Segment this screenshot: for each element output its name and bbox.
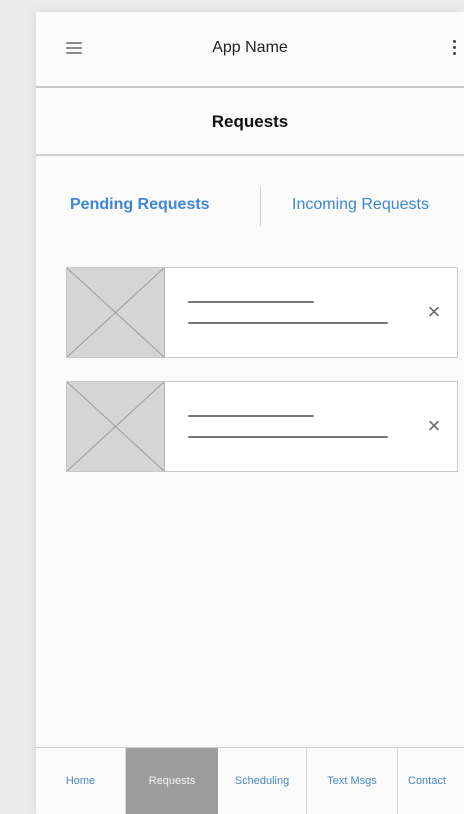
close-icon[interactable]: × <box>423 415 445 437</box>
text-placeholder-line <box>188 415 314 417</box>
nav-item-home[interactable]: Home <box>36 748 126 814</box>
text-placeholder-line <box>188 301 314 303</box>
nav-item-requests[interactable]: Requests <box>126 748 218 814</box>
image-placeholder-icon <box>67 382 165 471</box>
nav-item-contact[interactable]: Contact <box>398 748 464 814</box>
tab-divider <box>260 186 261 226</box>
bottom-nav: Home Requests Scheduling Text Msgs Conta… <box>36 747 464 814</box>
request-card[interactable]: × <box>66 267 458 358</box>
text-placeholder-line <box>188 436 388 438</box>
more-vertical-icon[interactable] <box>452 40 458 58</box>
app-title: App Name <box>212 39 288 56</box>
app-bar: App Name <box>36 12 464 88</box>
phone-screen: App Name Requests Pending Requests Incom… <box>36 12 464 814</box>
image-placeholder-icon <box>67 268 165 357</box>
close-icon[interactable]: × <box>423 301 445 323</box>
request-card[interactable]: × <box>66 381 458 472</box>
nav-item-scheduling[interactable]: Scheduling <box>218 748 307 814</box>
nav-item-text-msgs[interactable]: Text Msgs <box>307 748 398 814</box>
tab-pending-requests[interactable]: Pending Requests <box>70 196 210 214</box>
text-placeholder-line <box>188 322 388 324</box>
tab-incoming-requests[interactable]: Incoming Requests <box>292 196 429 214</box>
request-tabs: Pending Requests Incoming Requests <box>36 182 464 232</box>
page-header: Requests <box>36 88 464 156</box>
page-title: Requests <box>211 112 289 131</box>
